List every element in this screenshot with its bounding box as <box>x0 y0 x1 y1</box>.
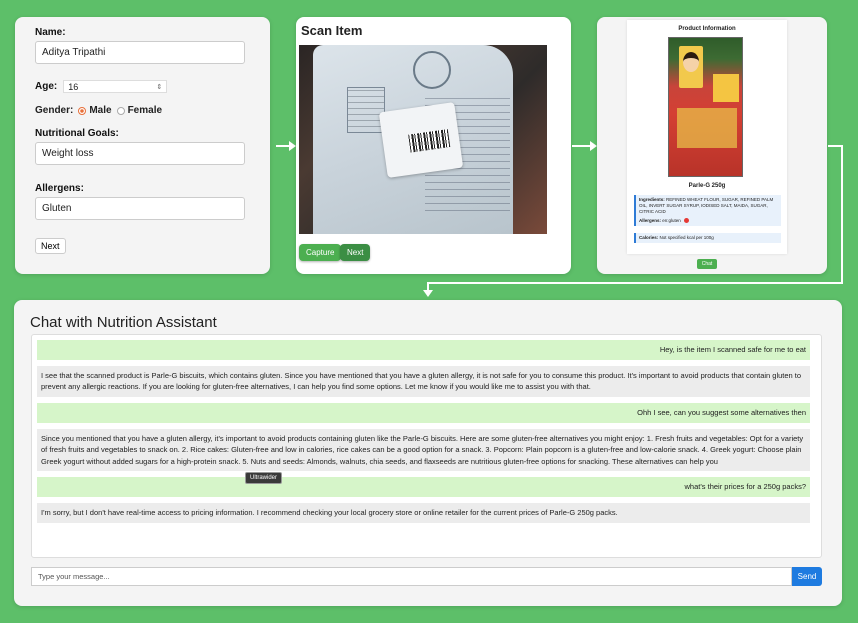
goals-label: Nutritional Goals: <box>35 128 119 139</box>
allergens-field[interactable] <box>35 197 245 220</box>
flow-arrow-1 <box>276 145 290 147</box>
calories-box: Calories: Not specified kcal per 100g <box>634 233 781 244</box>
name-label: Name: <box>35 27 66 38</box>
age-label: Age: <box>35 81 58 92</box>
flow-arrow-2-head <box>590 141 597 151</box>
capture-button[interactable]: Capture <box>299 244 342 261</box>
product-pack2-image <box>713 74 739 102</box>
gender-label: Gender: <box>35 105 74 116</box>
age-row: Age: 16 ⇕ <box>35 80 250 93</box>
gender-option-male: Male <box>89 105 112 116</box>
calories-key: Calories: <box>639 235 659 240</box>
flow-arrow-2 <box>572 145 591 147</box>
scan-next-button[interactable]: Next <box>340 244 371 261</box>
age-stepper[interactable]: 16 ⇕ <box>63 80 168 93</box>
scan-panel: Scan Item Capture Next <box>296 17 571 274</box>
flow-arrow-3-head <box>423 290 433 297</box>
name-field[interactable] <box>35 41 245 64</box>
age-value: 16 <box>68 81 79 92</box>
send-button[interactable]: Send <box>792 567 822 586</box>
chat-message-assistant: Since you mentioned that you have a glut… <box>37 428 810 472</box>
allergens-key: Allergens: <box>639 218 662 223</box>
nutrition-table-image <box>347 87 385 133</box>
open-chat-button[interactable]: Chat <box>697 259 717 269</box>
gender-radio-male[interactable] <box>78 106 87 115</box>
product-face-image <box>683 52 699 72</box>
flow-arrow-3-b <box>841 145 843 284</box>
barcode-icon <box>408 129 451 153</box>
chat-message-assistant: I see that the scanned product is Parle-… <box>37 365 810 397</box>
user-profile-form: Name: Age: 16 ⇕ Gender: Male Female Nutr… <box>15 17 270 274</box>
product-info-title: Product Information <box>678 26 736 32</box>
flow-arrow-3-c <box>428 282 843 284</box>
calories-value: Not specified kcal per 100g <box>659 235 714 240</box>
gender-option-female: Female <box>127 105 163 116</box>
stepper-arrows-icon[interactable]: ⇕ <box>156 83 162 91</box>
product-name: Parle-G 250g <box>688 183 726 189</box>
product-shelf-image <box>677 108 737 148</box>
allergen-warning-icon <box>684 218 690 224</box>
goals-field[interactable] <box>35 142 245 165</box>
allergens-label: Allergens: <box>35 183 84 194</box>
scanned-package-image <box>313 45 513 234</box>
chat-message-user: Ohh I see, can you suggest some alternat… <box>37 402 810 423</box>
chat-message-assistant: I'm sorry, but I don't have real-time ac… <box>37 503 810 523</box>
form-next-button[interactable]: Next <box>35 238 66 254</box>
product-card: Product Information Parle-G 250g Ingredi… <box>627 20 787 254</box>
allergens-value: en:gluten <box>662 218 681 223</box>
gender-row: Gender: Male Female <box>35 105 250 116</box>
chat-title: Chat with Nutrition Assistant <box>30 314 217 331</box>
chat-messages[interactable]: Hey, is the item I scanned safe for me t… <box>31 334 822 558</box>
gender-radio-female[interactable] <box>116 106 125 115</box>
chat-panel: Chat with Nutrition Assistant Hey, is th… <box>14 300 842 606</box>
ingredients-key: Ingredients: <box>639 197 665 202</box>
barcode-label <box>378 102 464 178</box>
scan-title: Scan Item <box>301 23 363 38</box>
chat-message-input[interactable] <box>31 567 792 586</box>
product-image <box>668 37 743 177</box>
product-info-panel: Product Information Parle-G 250g Ingredi… <box>597 17 827 274</box>
camera-preview <box>299 45 547 234</box>
ingredients-box: Ingredients: REFINED WHEAT FLOUR, SUGAR,… <box>634 195 781 218</box>
chat-message-user: what's their prices for a 250g packs? <box>37 477 810 497</box>
chat-message-user: Hey, is the item I scanned safe for me t… <box>37 340 810 360</box>
tooltip: Ultrawider <box>245 472 283 484</box>
package-logo <box>413 51 451 89</box>
allergens-box: Allergens: en:gluten <box>634 216 781 227</box>
flow-arrow-1-head <box>289 141 296 151</box>
